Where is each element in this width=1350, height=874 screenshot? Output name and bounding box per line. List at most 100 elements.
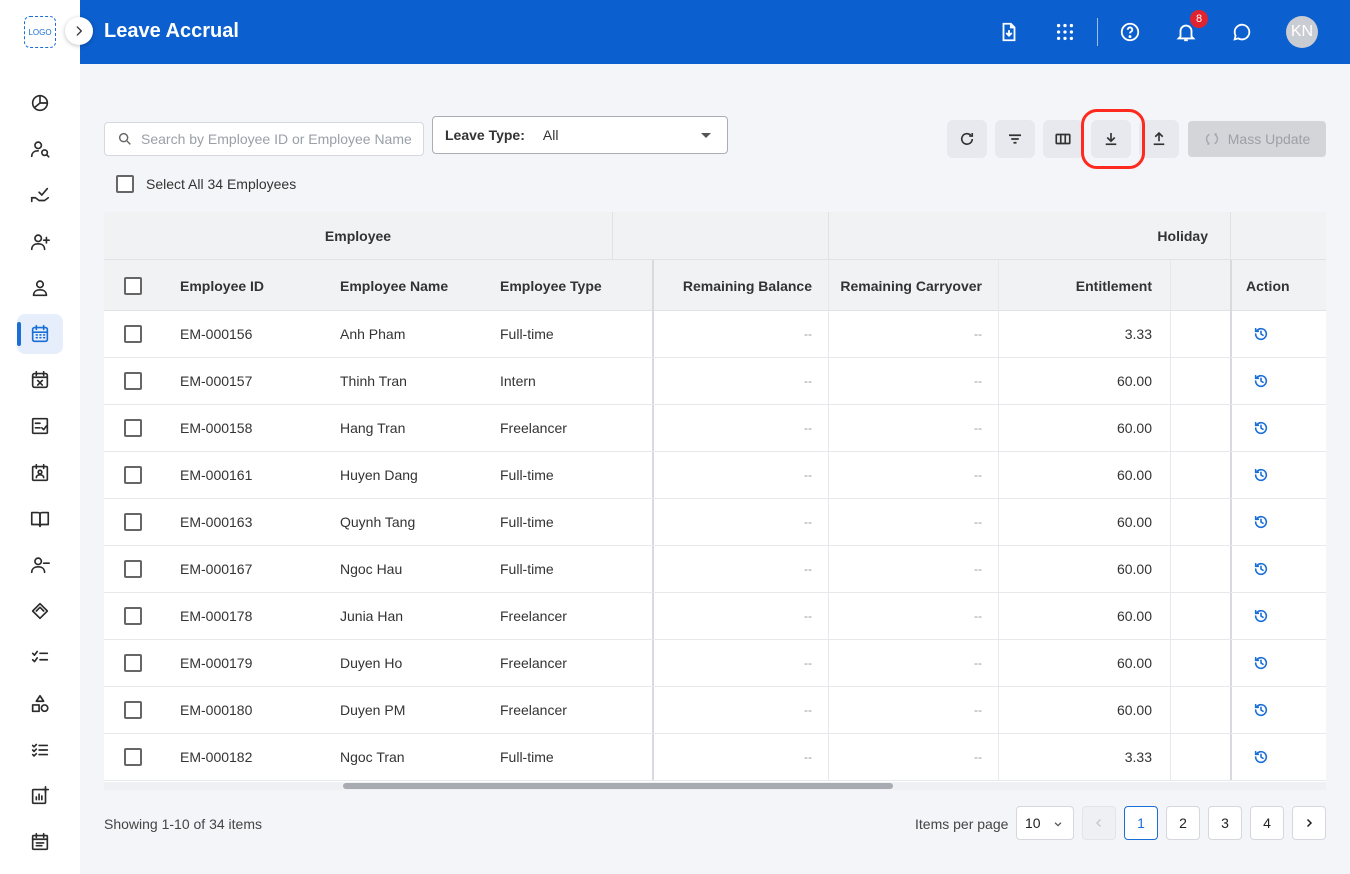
avatar[interactable]: KN [1286, 16, 1318, 48]
sidebar-item-badge[interactable] [17, 453, 63, 493]
row-checkbox[interactable] [124, 560, 142, 578]
select-all-checkbox[interactable] [116, 175, 134, 193]
history-action-button[interactable] [1253, 358, 1277, 404]
row-checkbox[interactable] [124, 372, 142, 390]
frozen-column-divider [652, 499, 654, 545]
history-icon [1254, 515, 1268, 529]
help-icon[interactable] [1116, 18, 1144, 46]
group-header-employee: Employee [104, 212, 613, 260]
row-checkbox[interactable] [124, 419, 142, 437]
column-header-employee-name[interactable]: Employee Name [340, 260, 490, 311]
sidebar-item-deals[interactable] [17, 591, 63, 631]
column-header-remaining-balance[interactable]: Remaining Balance [656, 260, 812, 311]
cell-employee-name: Duyen PM [340, 702, 406, 718]
table-row[interactable]: EM-000179 Duyen Ho Freelancer -- -- 60.00 [104, 640, 1326, 687]
sidebar-item-events[interactable] [17, 822, 63, 862]
row-checkbox-cell [124, 593, 144, 639]
header-checkbox[interactable] [124, 276, 142, 295]
sidebar-item-approvals[interactable] [17, 175, 63, 215]
table-header-row: Employee ID Employee Name Employee Type … [104, 260, 1326, 311]
table-row[interactable]: EM-000178 Junia Han Freelancer -- -- 60.00 [104, 593, 1326, 640]
sidebar-item-leave-accrual[interactable] [17, 314, 63, 354]
chat-icon[interactable] [1228, 18, 1256, 46]
cell-employee-id: EM-000182 [180, 749, 253, 765]
row-checkbox[interactable] [124, 654, 142, 672]
items-per-page-select[interactable]: 10 [1016, 806, 1074, 840]
upload-button[interactable] [1139, 120, 1179, 158]
prev-page-button[interactable] [1082, 806, 1116, 840]
table-row[interactable]: EM-000182 Ngoc Tran Full-time -- -- 3.33 [104, 734, 1326, 781]
column-header-employee-id[interactable]: Employee ID [180, 260, 330, 311]
table-row[interactable]: EM-000163 Quynh Tang Full-time -- -- 60.00 [104, 499, 1326, 546]
page-button-4[interactable]: 4 [1250, 806, 1284, 840]
history-action-button[interactable] [1253, 640, 1277, 686]
sidebar-item-tasks[interactable] [17, 637, 63, 677]
columns-button[interactable] [1043, 120, 1083, 158]
action-column-divider [1230, 499, 1232, 545]
history-action-button[interactable] [1253, 593, 1277, 639]
sidebar-item-leave-cancel[interactable] [17, 360, 63, 400]
sidebar-item-assets[interactable] [17, 684, 63, 724]
history-action-button[interactable] [1253, 405, 1277, 451]
history-action-button[interactable] [1253, 311, 1277, 357]
row-checkbox[interactable] [124, 607, 142, 625]
chevron-left-icon [1095, 818, 1102, 828]
items-per-page-label: Items per page [915, 816, 1009, 832]
row-checkbox[interactable] [124, 325, 142, 343]
file-download-icon[interactable] [995, 18, 1023, 46]
refresh-icon [960, 132, 974, 145]
column-header-action: Action [1246, 277, 1290, 294]
column-header-employee-type[interactable]: Employee Type [500, 260, 650, 311]
page-button-3[interactable]: 3 [1208, 806, 1242, 840]
select-all[interactable]: Select All 34 Employees [116, 175, 296, 193]
table-row[interactable]: EM-000156 Anh Pham Full-time -- -- 3.33 [104, 311, 1326, 358]
filter-button[interactable] [995, 120, 1035, 158]
download-button[interactable] [1091, 120, 1131, 158]
table-row[interactable]: EM-000167 Ngoc Hau Full-time -- -- 60.00 [104, 546, 1326, 593]
history-action-button[interactable] [1253, 734, 1277, 780]
row-checkbox[interactable] [124, 701, 142, 719]
sidebar-expand-button[interactable] [65, 17, 93, 45]
sidebar-item-employee-search[interactable] [17, 129, 63, 169]
history-action-button[interactable] [1253, 499, 1277, 545]
column-header-remaining-carryover[interactable]: Remaining Carryover [829, 260, 982, 311]
search-box[interactable] [104, 122, 424, 156]
apps-grid-icon[interactable] [1051, 18, 1079, 46]
sidebar-item-handbook[interactable] [17, 499, 63, 539]
person-add-icon [30, 233, 50, 250]
sidebar-item-remove-employee[interactable] [17, 545, 63, 585]
row-checkbox[interactable] [124, 513, 142, 531]
leave-type-select[interactable]: Leave Type: All [432, 116, 728, 154]
sidebar-item-add-employee[interactable] [17, 222, 63, 262]
page-button-1[interactable]: 1 [1124, 806, 1158, 840]
cell-remaining-carryover: -- [974, 374, 982, 388]
page-button-2[interactable]: 2 [1166, 806, 1200, 840]
history-action-button[interactable] [1253, 452, 1277, 498]
sidebar-item-rules[interactable] [17, 730, 63, 770]
row-checkbox-cell [124, 452, 144, 498]
row-checkbox[interactable] [124, 466, 142, 484]
next-page-button[interactable] [1292, 806, 1326, 840]
table-row[interactable]: EM-000161 Huyen Dang Full-time -- -- 60.00 [104, 452, 1326, 499]
sidebar-item-profile[interactable] [17, 268, 63, 308]
cell-employee-name: Huyen Dang [340, 467, 418, 483]
sidebar-item-dashboard[interactable] [17, 83, 63, 123]
cell-remaining-carryover: -- [974, 515, 982, 529]
sidebar-item-checklist[interactable] [17, 406, 63, 446]
cell-employee-name: Ngoc Tran [340, 749, 405, 765]
mass-update-button[interactable]: Mass Update [1188, 121, 1326, 157]
person-icon [32, 280, 48, 296]
refresh-button[interactable] [947, 120, 987, 158]
row-checkbox[interactable] [124, 748, 142, 766]
history-action-button[interactable] [1253, 546, 1277, 592]
action-column-divider [1230, 260, 1232, 311]
table-row[interactable]: EM-000180 Duyen PM Freelancer -- -- 60.00 [104, 687, 1326, 734]
column-header-entitlement[interactable]: Entitlement [999, 260, 1152, 311]
horizontal-scrollbar-thumb[interactable] [343, 783, 893, 789]
search-input[interactable] [141, 131, 421, 147]
table-row[interactable]: EM-000158 Hang Tran Freelancer -- -- 60.00 [104, 405, 1326, 452]
history-action-button[interactable] [1253, 687, 1277, 733]
bell-icon[interactable]: 8 [1172, 10, 1208, 46]
sidebar-item-reports[interactable] [17, 776, 63, 816]
table-row[interactable]: EM-000157 Thinh Tran Intern -- -- 60.00 [104, 358, 1326, 405]
